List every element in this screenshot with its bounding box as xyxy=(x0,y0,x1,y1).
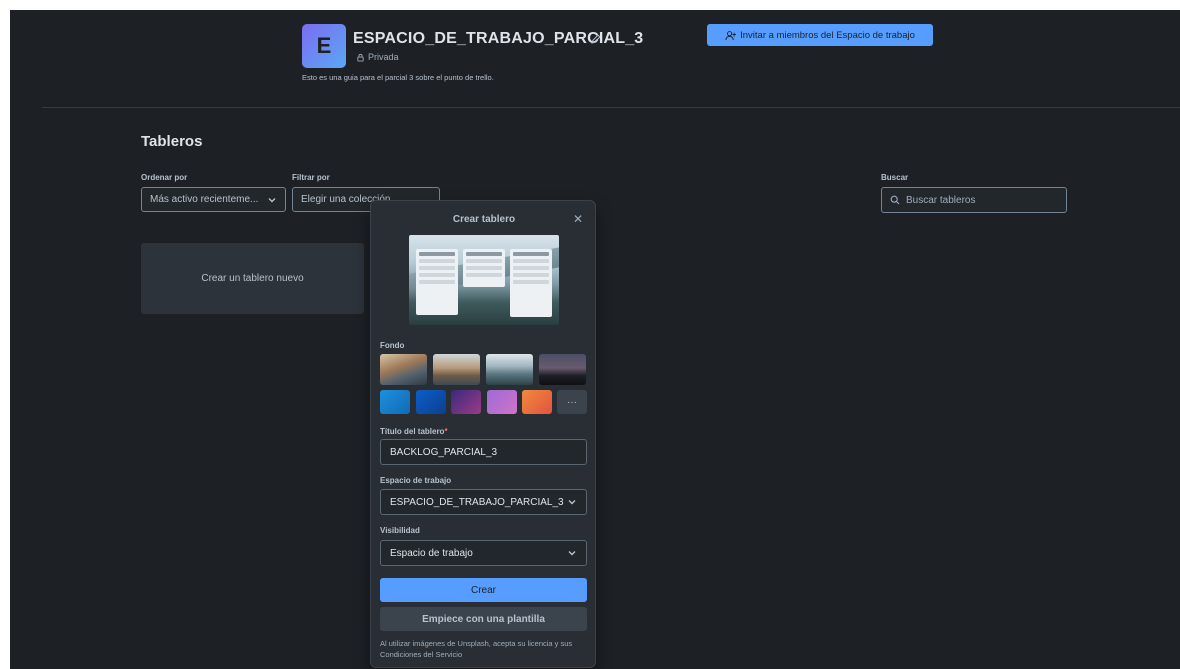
search-placeholder: Buscar tableros xyxy=(906,194,976,206)
preview-card xyxy=(513,273,549,277)
create-board-tile-label: Crear un tablero nuevo xyxy=(201,273,304,284)
preview-card xyxy=(466,252,502,256)
preview-list xyxy=(416,249,458,315)
start-with-template-button[interactable]: Empiece con una plantilla xyxy=(380,607,587,631)
create-button[interactable]: Crear xyxy=(380,578,587,602)
privacy-label: Privada xyxy=(368,52,399,62)
invite-members-label: Invitar a miembros del Espacio de trabaj… xyxy=(740,29,915,41)
preview-card xyxy=(513,280,549,284)
sort-label: Ordenar por xyxy=(141,173,188,182)
background-label: Fondo xyxy=(380,341,405,350)
create-board-tile[interactable]: Crear un tablero nuevo xyxy=(141,243,364,314)
boards-heading: Tableros xyxy=(141,133,203,150)
more-backgrounds-button[interactable]: ··· xyxy=(557,390,587,414)
board-title-label-text: Título del tablero xyxy=(380,427,445,436)
preview-card xyxy=(466,266,502,270)
chevron-down-icon xyxy=(568,551,576,556)
preview-card xyxy=(466,273,502,277)
workspace-avatar: E xyxy=(302,24,346,68)
sort-select[interactable]: Más activo recienteme... xyxy=(141,187,286,212)
preview-card xyxy=(466,259,502,263)
create-button-label: Crear xyxy=(470,584,496,596)
unsplash-legal-text: Al utilizar imágenes de Unsplash, acepta… xyxy=(380,639,573,659)
board-preview xyxy=(409,235,559,325)
lock-icon xyxy=(357,53,364,62)
preview-card xyxy=(513,266,549,270)
sort-value: Más activo recienteme... xyxy=(150,194,259,205)
workspace-description: Esto es una guia para el parcial 3 sobre… xyxy=(302,73,494,82)
top-edge xyxy=(0,0,1180,10)
background-color-option[interactable] xyxy=(380,390,410,414)
background-color-option[interactable] xyxy=(487,390,517,414)
create-board-popover: Crear tablero ✕ Fondo ··· Título del tab… xyxy=(370,200,596,668)
preview-card xyxy=(419,280,455,284)
filter-label: Filtrar por xyxy=(292,173,330,182)
workspace-select[interactable]: ESPACIO_DE_TRABAJO_PARCIAL_3 xyxy=(380,489,587,515)
background-photo-option[interactable] xyxy=(380,354,427,385)
workspace-select-label: Espacio de trabajo xyxy=(380,476,452,485)
search-icon xyxy=(890,195,900,205)
chevron-down-icon xyxy=(268,197,276,202)
invite-members-button[interactable]: Invitar a miembros del Espacio de trabaj… xyxy=(707,24,933,46)
background-photo-option[interactable] xyxy=(539,354,586,385)
pencil-icon[interactable] xyxy=(590,33,602,45)
preview-list xyxy=(510,249,552,317)
preview-card xyxy=(419,259,455,263)
visibility-select[interactable]: Espacio de trabajo xyxy=(380,540,587,566)
preview-card xyxy=(513,259,549,263)
visibility-label: Visibilidad xyxy=(380,526,420,535)
search-label: Buscar xyxy=(881,173,909,182)
chevron-down-icon xyxy=(568,500,576,505)
workspace-select-value: ESPACIO_DE_TRABAJO_PARCIAL_3 xyxy=(390,496,564,508)
add-person-icon xyxy=(725,30,737,40)
background-color-option[interactable] xyxy=(522,390,552,414)
close-icon[interactable]: ✕ xyxy=(573,213,583,225)
workspace-privacy: Privada xyxy=(356,52,399,62)
visibility-value: Espacio de trabajo xyxy=(390,547,473,559)
background-photo-option[interactable] xyxy=(486,354,533,385)
search-input[interactable]: Buscar tableros xyxy=(881,187,1067,213)
preview-card xyxy=(419,252,455,256)
header-divider xyxy=(42,107,1180,108)
template-button-label: Empiece con una plantilla xyxy=(422,613,545,625)
more-backgrounds-label: ··· xyxy=(567,396,577,408)
background-color-option[interactable] xyxy=(451,390,481,414)
preview-card xyxy=(419,273,455,277)
preview-list xyxy=(463,249,505,287)
left-edge xyxy=(0,0,10,669)
board-title-input[interactable]: BACKLOG_PARCIAL_3 xyxy=(380,439,587,465)
board-title-value: BACKLOG_PARCIAL_3 xyxy=(390,446,498,458)
popover-title: Crear tablero xyxy=(452,214,516,225)
background-photo-option[interactable] xyxy=(433,354,480,385)
preview-card xyxy=(419,266,455,270)
board-title-label: Título del tablero* xyxy=(380,427,448,436)
preview-card xyxy=(513,252,549,256)
required-mark: * xyxy=(444,427,448,436)
background-color-option[interactable] xyxy=(416,390,446,414)
